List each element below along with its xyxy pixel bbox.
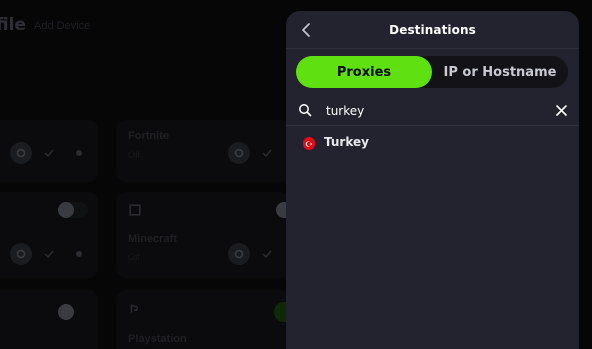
tile-name: Fortnite — [128, 130, 169, 142]
search-input[interactable] — [326, 101, 546, 121]
tab-proxies[interactable]: Proxies — [296, 56, 432, 88]
check-icon — [44, 250, 54, 259]
toggle-knob — [58, 304, 74, 320]
destination-type-switch: Proxies IP or Hostname — [296, 56, 568, 88]
turkey-flag-icon — [303, 137, 315, 150]
toggle-knob — [58, 202, 74, 218]
close-icon — [555, 104, 567, 116]
device-tile-left-3 — [0, 290, 98, 349]
result-label: Turkey — [324, 135, 369, 149]
playstation-icon — [130, 304, 139, 313]
panel-title: Destinations — [389, 22, 476, 37]
search-bar — [286, 95, 579, 126]
gear-icon — [76, 150, 82, 156]
result-item-turkey[interactable]: Turkey — [286, 132, 579, 154]
tab-ip-or-hostname[interactable]: IP or Hostname — [432, 56, 568, 88]
check-icon — [44, 149, 54, 158]
tile-name: Playstation — [128, 333, 187, 345]
tile-status: Off — [128, 150, 140, 160]
settings-icon — [10, 243, 32, 265]
check-icon — [262, 149, 272, 158]
destinations-panel: Destinations Proxies IP or Hostname Turk… — [286, 11, 579, 349]
add-device-link: Add Device — [34, 20, 91, 32]
tile-name: Minecraft — [128, 233, 177, 245]
gear-icon — [76, 251, 82, 257]
settings-icon — [228, 243, 250, 265]
profile-title: file — [0, 15, 26, 35]
settings-icon — [228, 142, 250, 164]
back-button[interactable] — [296, 20, 316, 40]
search-icon — [299, 104, 312, 117]
panel-header: Destinations — [286, 11, 579, 49]
clear-search-button[interactable] — [554, 103, 568, 117]
minecraft-icon — [129, 204, 141, 216]
settings-icon — [10, 142, 32, 164]
tile-status: Off — [128, 252, 140, 262]
chevron-left-icon — [302, 23, 310, 37]
check-icon — [262, 250, 272, 259]
